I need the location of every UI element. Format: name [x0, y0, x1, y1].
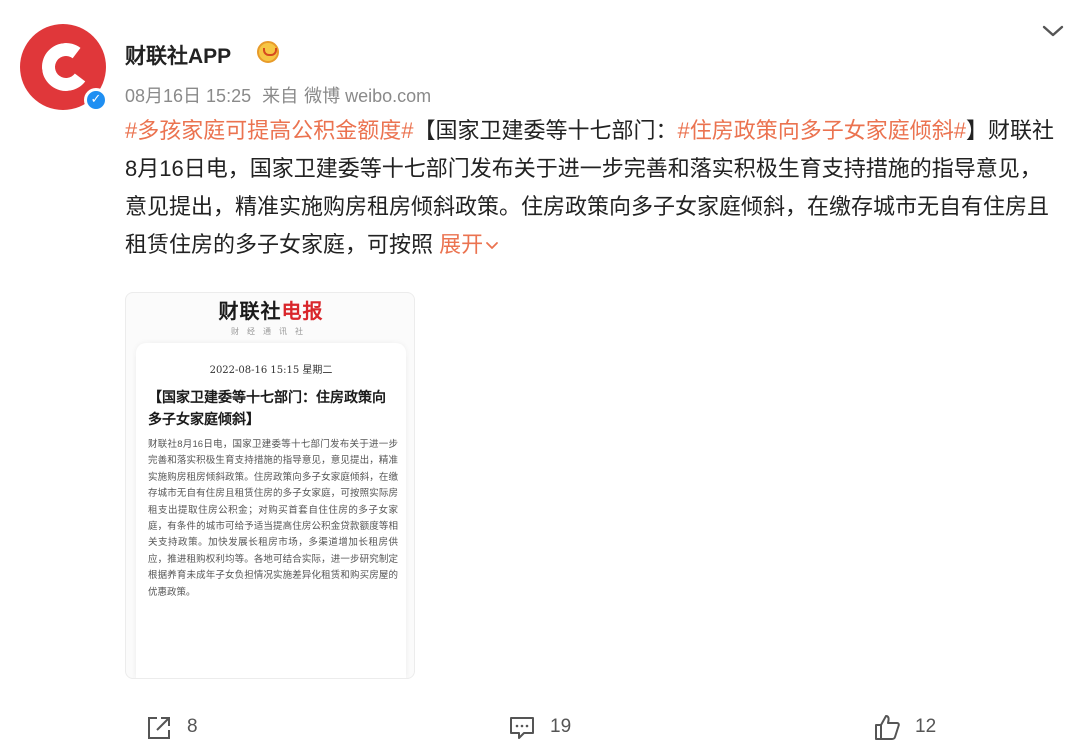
- post-text: #多孩家庭可提高公积金额度#【国家卫建委等十七部门：#住房政策向多子女家庭倾斜#…: [125, 112, 1060, 264]
- post-meta: 08月16日 15:25 来自 微博 weibo.com: [125, 82, 437, 108]
- expand-button[interactable]: 展开: [439, 232, 499, 257]
- verified-badge-icon: ✓: [84, 88, 108, 112]
- like-button[interactable]: 12: [873, 714, 936, 740]
- card-header: 财联社电报 财经通讯社: [126, 293, 414, 337]
- card-date: 2022-08-16 15:15 星期二: [209, 365, 333, 376]
- share-button[interactable]: 8: [145, 714, 198, 740]
- comment-count: 19: [550, 716, 572, 737]
- card-brand: 财联社电报: [126, 295, 414, 324]
- comment-button[interactable]: 19: [508, 714, 571, 740]
- card-brand-red: 电报: [281, 299, 324, 323]
- chevron-down-icon[interactable]: [1040, 18, 1066, 44]
- hashtag-link[interactable]: #多孩家庭可提高公积金额度#: [125, 118, 413, 143]
- card-body: 财联社8月16日电，国家卫建委等十七部门发布关于进一步完善和落实积极生育支持措施…: [148, 439, 398, 598]
- source-prefix: 来自: [262, 86, 299, 106]
- chevron-down-icon: [486, 242, 499, 250]
- share-icon: [148, 717, 170, 739]
- thumbs-up-icon: [875, 715, 900, 740]
- username[interactable]: 财联社APP: [125, 40, 231, 70]
- avatar-logo-c: [38, 39, 94, 95]
- card-brand-black: 财联社: [218, 299, 282, 323]
- post-text-segment: 【国家卫建委等十七部门：: [413, 118, 678, 143]
- source-name: 微博 weibo.com: [304, 86, 432, 106]
- vip-crown-icon[interactable]: [257, 41, 279, 63]
- post-timestamp[interactable]: 08月16日 15:25: [125, 86, 251, 106]
- card-subtitle: 财经通讯社: [231, 327, 311, 336]
- news-image-card[interactable]: 财联社电报 财经通讯社 2022-08-16 15:15 星期二 【国家卫建委等…: [125, 292, 415, 679]
- card-title: 【国家卫建委等十七部门：住房政策向多子女家庭倾斜】: [148, 390, 386, 428]
- share-count: 8: [187, 716, 198, 737]
- expand-label: 展开: [439, 232, 484, 257]
- hashtag-link[interactable]: #住房政策向多子女家庭倾斜#: [678, 118, 966, 143]
- comment-icon: [510, 717, 534, 739]
- card-content: 2022-08-16 15:15 星期二 【国家卫建委等十七部门：住房政策向多子…: [136, 343, 406, 678]
- like-count: 12: [915, 716, 937, 737]
